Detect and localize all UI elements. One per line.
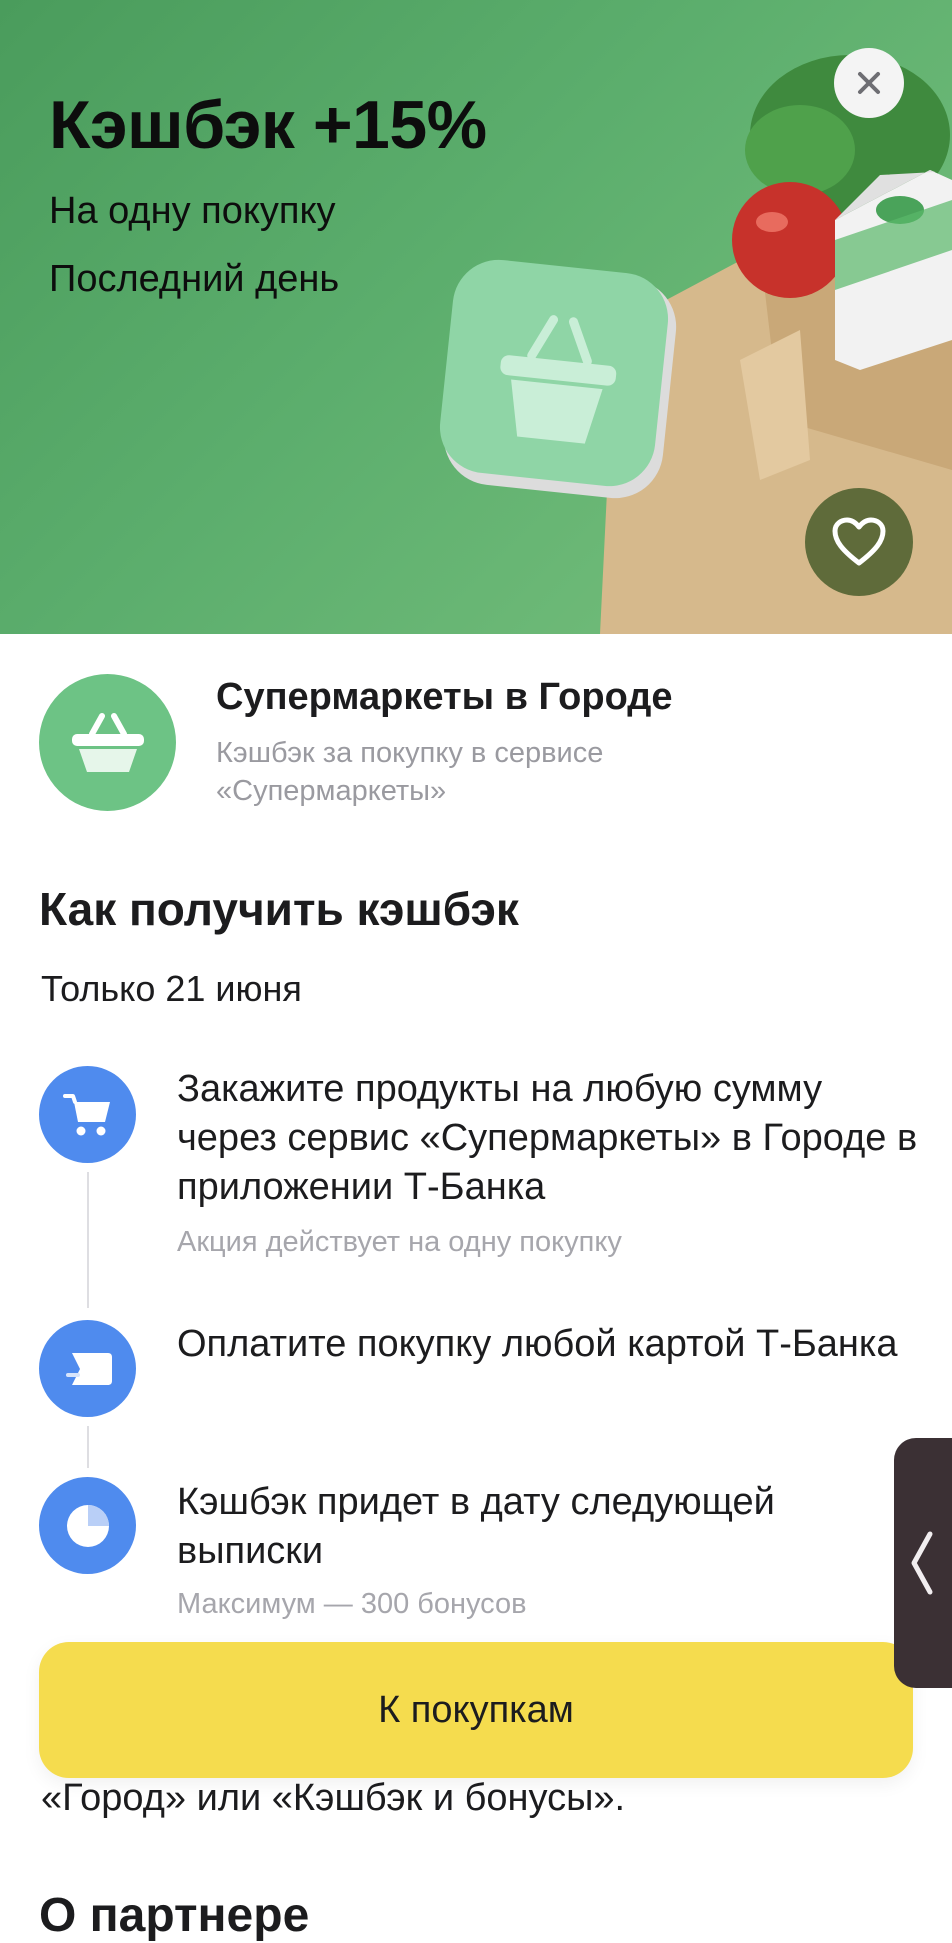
promo-subtitle-purchase: На одну покупку	[49, 190, 336, 232]
promo-date: Только 21 июня	[41, 968, 302, 1009]
info-text: «Город» или «Кэшбэк и бонусы».	[41, 1777, 626, 1819]
step-3-text: Кэшбэк придет в дату следующей выписки	[177, 1481, 775, 1572]
section-title-about-partner: О партнере	[39, 1889, 310, 1942]
close-button[interactable]	[834, 48, 904, 118]
favorite-button[interactable]	[805, 488, 913, 596]
basket-icon	[71, 712, 144, 772]
shop-button[interactable]: К покупкам	[39, 1642, 913, 1778]
side-panel-handle[interactable]	[894, 1438, 952, 1688]
cart-icon	[62, 1093, 110, 1135]
chevron-left-icon	[911, 1531, 933, 1595]
step-3-note: Максимум — 300 бонусов	[177, 1588, 527, 1620]
step-3-icon-badge	[39, 1477, 136, 1574]
step-1-note: Акция действует на одну покупку	[177, 1226, 622, 1258]
partner-logo	[39, 674, 176, 811]
close-icon	[858, 72, 880, 94]
promo-title: Кэшбэк +15%	[49, 87, 487, 163]
step-1-icon-badge	[39, 1066, 136, 1163]
step-connector	[87, 1172, 89, 1308]
section-title-how-to: Как получить кэшбэк	[39, 883, 519, 935]
step-1-text: Закажите продукты на любую сумму через с…	[177, 1068, 918, 1208]
card-icon	[65, 1352, 112, 1385]
step-2-icon-badge	[39, 1320, 136, 1417]
heart-icon	[832, 517, 886, 566]
promo-subtitle-deadline: Последний день	[49, 258, 340, 300]
partner-description: Кэшбэк за покупку в сервисе «Супермаркет…	[216, 737, 604, 807]
step-connector	[87, 1426, 89, 1468]
partner-name: Супермаркеты в Городе	[216, 676, 673, 718]
pie-chart-icon	[66, 1504, 109, 1547]
step-2-text: Оплатите покупку любой картой Т-Банка	[177, 1323, 898, 1365]
promo-banner: Кэшбэк +15% На одну покупку Последний де…	[0, 0, 952, 634]
